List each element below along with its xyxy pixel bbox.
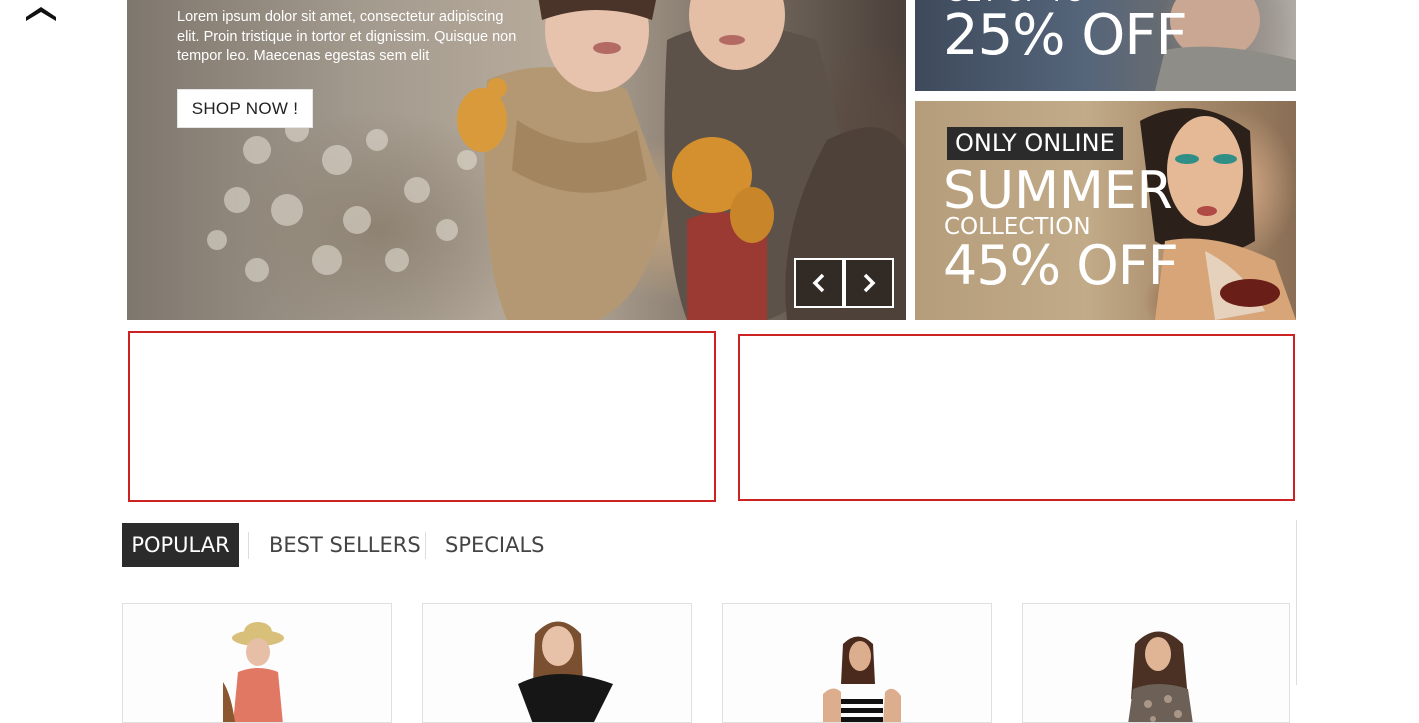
back-to-top-button[interactable]	[22, 2, 60, 24]
hero-description: Lorem ipsum dolor sit amet, consectetur …	[177, 9, 517, 64]
banner-title: SUMMER	[943, 161, 1173, 221]
product-image	[518, 621, 613, 722]
promo-banner-sale[interactable]: GET UP TO 25% OFF	[915, 0, 1296, 91]
hero-slider[interactable]: Lorem ipsum dolor sit amet, consectetur …	[127, 0, 906, 320]
ad-slot-right	[738, 334, 1295, 501]
product-card[interactable]	[122, 603, 392, 723]
product-image	[1128, 631, 1193, 722]
product-card[interactable]	[422, 603, 692, 723]
tab-specials[interactable]: SPECIALS	[445, 523, 545, 567]
product-card[interactable]	[1022, 603, 1290, 723]
slider-next-button[interactable]	[844, 258, 894, 308]
banner-offer: 45% OFF	[943, 234, 1179, 297]
product-image	[223, 622, 284, 722]
tab-best-sellers[interactable]: BEST SELLERS	[269, 523, 421, 567]
tabs-panel-border	[1296, 520, 1297, 685]
tab-divider	[425, 532, 426, 559]
banner-offer: 25% OFF	[943, 3, 1188, 68]
slider-prev-button[interactable]	[794, 258, 844, 308]
promo-banner-summer[interactable]: ONLY ONLINE SUMMER COLLECTION 45% OFF	[915, 101, 1296, 320]
banner-badge: ONLY ONLINE	[947, 127, 1123, 160]
chevron-up-icon	[26, 7, 56, 21]
tab-divider	[248, 532, 249, 559]
tab-popular[interactable]: POPULAR	[122, 523, 239, 567]
chevron-left-icon	[812, 273, 825, 293]
product-card[interactable]	[722, 603, 992, 723]
shop-now-button[interactable]: SHOP NOW !	[177, 89, 313, 128]
ad-slot-left	[128, 331, 716, 502]
product-image	[823, 636, 901, 722]
chevron-right-icon	[863, 273, 876, 293]
